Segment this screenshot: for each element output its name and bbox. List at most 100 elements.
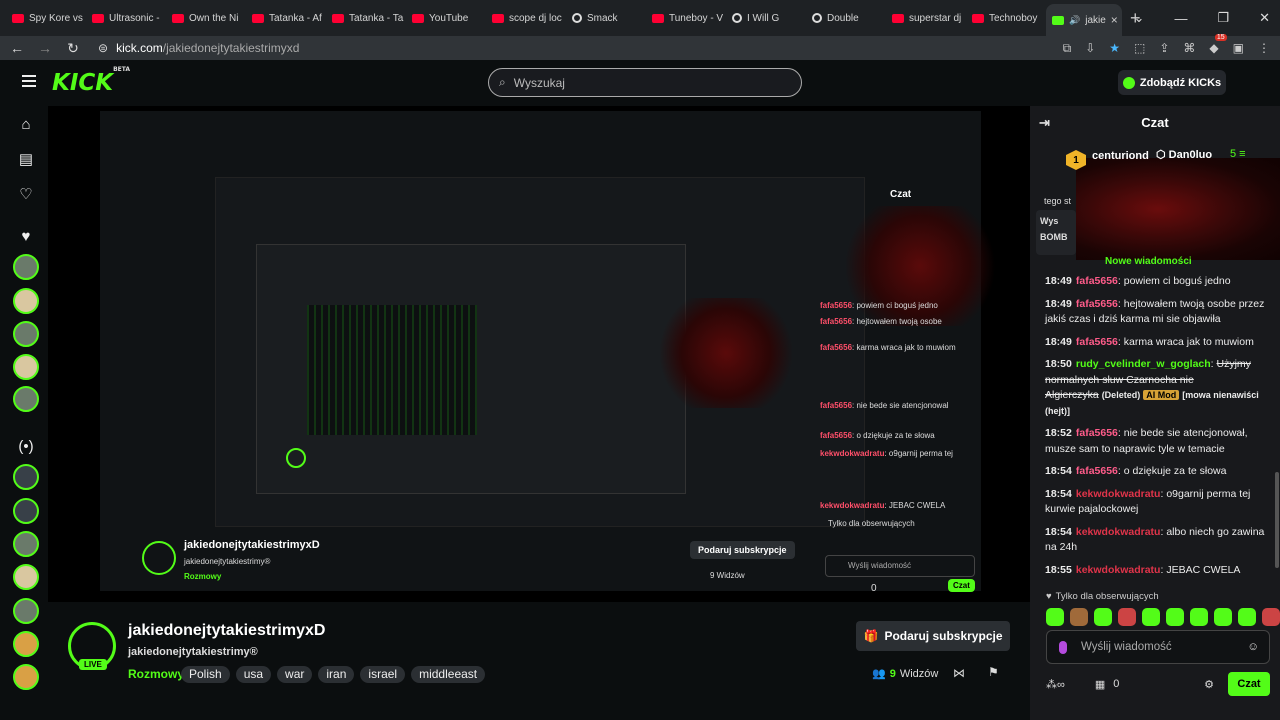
browser-tab[interactable]: I Will G [726, 4, 806, 32]
following-icon[interactable]: ♡ [16, 184, 36, 204]
browser-tab[interactable]: Smack [566, 4, 646, 32]
emote-icon[interactable] [1262, 608, 1280, 626]
menu-dots-icon[interactable]: ⋮ [1258, 41, 1270, 55]
followed-channel-avatar[interactable] [13, 288, 39, 314]
chat-settings-icon[interactable]: ⚙ [1204, 678, 1214, 691]
reload-icon[interactable]: ↻ [66, 40, 80, 57]
browser-tab[interactable]: YouTube [406, 4, 486, 32]
browser-tab[interactable]: superstar dj [886, 4, 966, 32]
points-icon[interactable]: ⁂∞ [1046, 678, 1065, 691]
restore-icon[interactable]: ❐ [1217, 10, 1229, 26]
report-icon[interactable]: ⚑ [988, 665, 999, 679]
emote-icon[interactable] [1238, 608, 1256, 626]
url-field[interactable]: ⊜ kick.com/jakiedonejtytakiestrimyxd [98, 41, 299, 55]
browser-tab[interactable]: Tatanka - Ta [326, 4, 406, 32]
emote-icon[interactable] [1142, 608, 1160, 626]
followed-channel-avatar[interactable] [13, 254, 39, 280]
emote-icon[interactable] [1094, 608, 1112, 626]
emote-icon[interactable] [1070, 608, 1088, 626]
stream-tag[interactable]: iran [318, 666, 355, 683]
followed-channel-avatar[interactable] [13, 354, 39, 380]
chat-username[interactable]: fafa5656 [1076, 298, 1118, 310]
audio-playing-icon[interactable]: 🔊 [1069, 15, 1080, 26]
forward-icon[interactable]: → [38, 40, 52, 56]
sync-icon[interactable]: ▣ [1233, 41, 1244, 55]
chat-footer: ⁂∞ ▦ 0 ⚙ Czat [1046, 671, 1270, 697]
chat-username[interactable]: kekwdokwadratu [1076, 488, 1161, 500]
chat-username[interactable]: kekwdokwadratu [1076, 526, 1161, 538]
stream-tag[interactable]: israel [360, 666, 406, 683]
new-messages-divider[interactable]: Nowe wiadomości [1105, 256, 1192, 267]
nested-avatar-ring [286, 448, 306, 468]
tab-search-icon[interactable]: ⌄ [1134, 10, 1145, 26]
followed-channel-avatar[interactable] [13, 386, 39, 412]
chat-username[interactable]: rudy_cvelinder_w_goglach [1076, 358, 1211, 370]
followed-channel-avatar[interactable] [13, 321, 39, 347]
browser-tab[interactable]: Tatanka - Af [246, 4, 326, 32]
stream-tag[interactable]: war [277, 666, 313, 683]
recommended-channel-avatar[interactable] [13, 598, 39, 624]
chat-message-input[interactable]: Wyślij wiadomość ☺ [1046, 630, 1270, 664]
pinned-message[interactable]: Wys BOMB [1036, 210, 1076, 255]
send-chat-button[interactable]: Czat [1228, 672, 1270, 696]
emote-icon[interactable] [1166, 608, 1184, 626]
search-input[interactable]: ⌕ Wyszukaj [488, 68, 802, 97]
video-player[interactable]: Czat fafa5656: powiem ci boguś jedno faf… [48, 106, 1030, 602]
stream-tag[interactable]: usa [235, 666, 272, 683]
site-info-icon[interactable]: ⊜ [98, 41, 108, 55]
screen-icon[interactable]: ⧉ [1063, 41, 1072, 56]
home-icon[interactable]: ⌂ [16, 114, 36, 134]
collapse-chat-icon[interactable]: ⇥ [1039, 115, 1050, 131]
browser-tab[interactable]: Technoboy [966, 4, 1046, 32]
microphone-icon[interactable] [1059, 640, 1067, 654]
chat-scrollbar[interactable] [1275, 472, 1279, 568]
stream-category-link[interactable]: Rozmowy [128, 667, 184, 681]
chat-username[interactable]: fafa5656 [1076, 275, 1118, 287]
emoji-icon[interactable]: ☺ [1247, 641, 1259, 653]
gamepad-icon[interactable]: ⌘ [1183, 41, 1195, 55]
share-icon[interactable]: ⇪ [1159, 41, 1169, 55]
bookmark-star-icon[interactable]: ★ [1109, 41, 1120, 55]
install-icon[interactable]: ⇩ [1085, 41, 1095, 55]
channel-name[interactable]: jakiedonejtytakiestrimyxD [128, 622, 325, 640]
extension-icon[interactable]: ⬚ [1134, 41, 1145, 55]
close-tab-icon[interactable]: × [1111, 13, 1118, 27]
ublock-icon[interactable]: ◆ 15 [1209, 34, 1227, 55]
emote-icon[interactable] [1046, 608, 1064, 626]
share-icon[interactable]: ⋈ [953, 666, 965, 680]
chat-username[interactable]: fafa5656 [1076, 427, 1118, 439]
recommended-channel-avatar[interactable] [13, 564, 39, 590]
kick-logo[interactable]: KICKBETA [52, 66, 130, 96]
chat-message: 18:54 fafa5656: o dziękuje za te słowa [1045, 464, 1275, 480]
browser-tab[interactable]: Ultrasonic - [86, 4, 166, 32]
emote-icon[interactable] [1118, 608, 1136, 626]
browser-tab[interactable]: 🔊 jakie × [1046, 4, 1122, 36]
get-kicks-button[interactable]: Zdobądź KICKs [1118, 70, 1226, 95]
second-gifter[interactable]: ⬡ Dan0luo [1156, 148, 1212, 161]
browser-tab[interactable]: scope dj loc [486, 4, 566, 32]
recommended-channel-avatar[interactable] [13, 631, 39, 657]
rewards-icon[interactable]: ▦ [1095, 678, 1105, 691]
browse-icon[interactable]: ▤ [16, 149, 36, 169]
recommended-channel-avatar[interactable] [13, 664, 39, 690]
close-window-icon[interactable]: ✕ [1259, 10, 1270, 26]
back-icon[interactable]: ← [10, 40, 24, 56]
browser-tab[interactable]: Double [806, 4, 886, 32]
minimize-icon[interactable]: — [1174, 11, 1187, 26]
browser-tab[interactable]: Tuneboy - V [646, 4, 726, 32]
emote-icon[interactable] [1190, 608, 1208, 626]
menu-icon[interactable] [22, 75, 36, 87]
chat-username[interactable]: fafa5656 [1076, 336, 1118, 348]
browser-tab[interactable]: Own the Ni [166, 4, 246, 32]
top-gifter-name[interactable]: centuriond [1092, 150, 1149, 162]
gift-subscriptions-button[interactable]: 🎁 Podaruj subskrypcje [856, 621, 1010, 651]
recommended-channel-avatar[interactable] [13, 498, 39, 524]
stream-tag[interactable]: Polish [181, 666, 230, 683]
recommended-channel-avatar[interactable] [13, 531, 39, 557]
browser-tab[interactable]: Spy Kore vs [6, 4, 86, 32]
chat-username[interactable]: fafa5656 [1076, 465, 1118, 477]
chat-username[interactable]: kekwdokwadratu [1076, 564, 1161, 576]
stream-tag[interactable]: middleeast [411, 666, 486, 683]
recommended-channel-avatar[interactable] [13, 464, 39, 490]
emote-icon[interactable] [1214, 608, 1232, 626]
